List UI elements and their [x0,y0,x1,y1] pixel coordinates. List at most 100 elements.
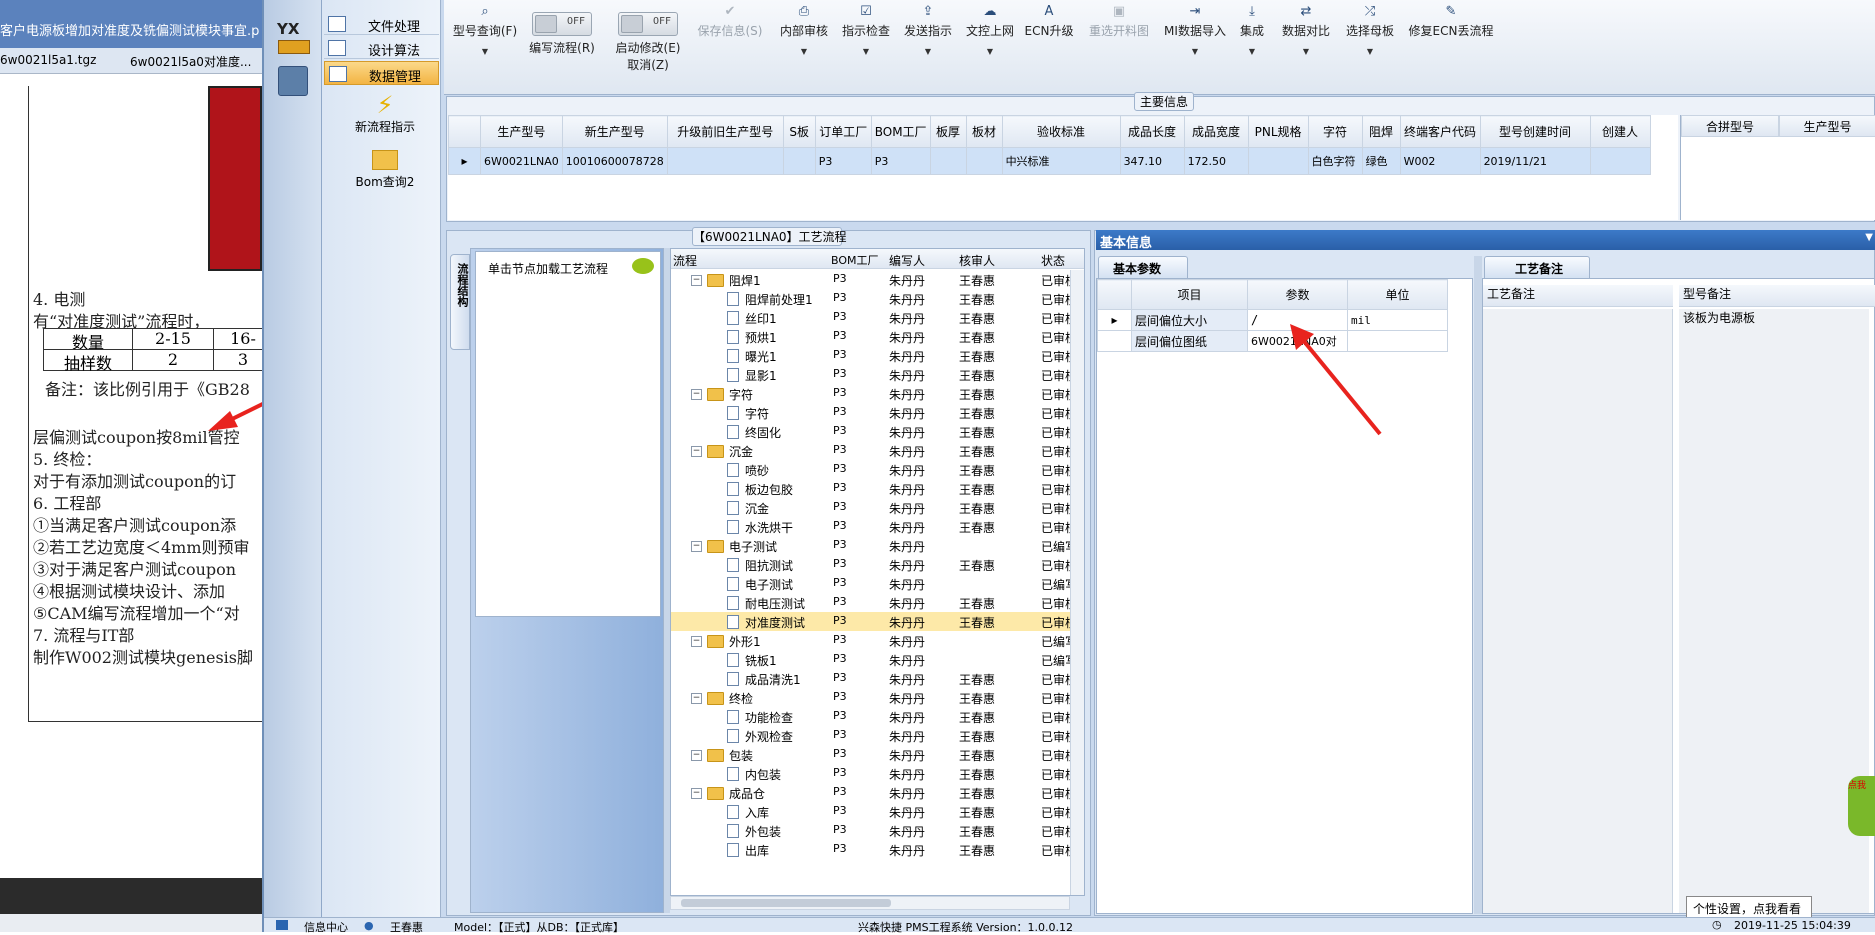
flow-node-list[interactable]: 单击节点加载工艺流程 [475,251,661,617]
scroll-thumb[interactable] [681,899,891,907]
tree-row[interactable]: 喷砂 P3 朱丹丹 王春惠 已审核 [671,460,1077,479]
cancel-label[interactable]: 取消(Z) [627,58,669,72]
nav-item-file[interactable]: 文件处理 [324,13,439,35]
col-header[interactable]: 终端客户代码 [1399,115,1481,148]
chevron-down-icon[interactable]: ▼ [964,47,1016,56]
col-header[interactable]: PNL规格 [1247,115,1309,148]
write-flow-toggle[interactable]: OFF 编写流程(R) [526,4,598,56]
instruction-check-button[interactable]: ☑ 指示检查 ▼ [840,4,892,56]
col-header[interactable]: 生产型号 [480,115,563,148]
grid-cell[interactable] [1247,147,1309,175]
fix-ecn-flow-button[interactable]: ✎ 修复ECN丢流程 [1408,4,1494,39]
tree-row[interactable]: 电子测试 P3 朱丹丹 已编写 [671,574,1077,593]
tree-row[interactable]: − 电子测试 P3 朱丹丹 已编写 [671,536,1077,555]
splitter-handle[interactable] [1474,256,1482,914]
grid-cell[interactable] [929,147,967,175]
save-info-button[interactable]: ✔ 保存信息(S) [694,4,766,39]
mi-data-import-button[interactable]: ⇥ MI数据导入 ▼ [1162,4,1228,56]
chevron-down-icon[interactable]: ▼ [452,47,518,56]
chevron-down-icon[interactable]: ▼ [840,47,892,56]
tree-row[interactable]: 铣板1 P3 朱丹丹 已编写 [671,650,1077,669]
col-header[interactable]: S板 [782,115,816,148]
process-remark-textarea[interactable] [1483,309,1673,913]
grid-cell[interactable]: 绿色 [1361,147,1401,175]
tree-row[interactable]: − 成品仓 P3 朱丹丹 王春惠 已审核 [671,783,1077,802]
col-header[interactable]: 阻焊 [1361,115,1401,148]
col-header[interactable]: 字符 [1307,115,1363,148]
tree-row[interactable]: − 沉金 P3 朱丹丹 王春惠 已审核 [671,441,1077,460]
tree-row[interactable]: − 终检 P3 朱丹丹 王春惠 已审核 [671,688,1077,707]
col-header[interactable]: 订单工厂 [814,115,872,148]
ecn-upgrade-button[interactable]: A ECN升级 [1024,4,1074,39]
select-motherboard-button[interactable]: ⤮ 选择母板 ▼ [1342,4,1398,56]
col-header[interactable]: 板材 [965,115,1003,148]
grid-cell[interactable]: 2019/11/21 [1479,147,1591,175]
toggle-switch[interactable]: OFF [618,12,678,36]
chevron-down-icon[interactable]: ▼ [1234,47,1270,56]
col-header[interactable]: 成品长度 [1119,115,1185,148]
send-instruction-button[interactable]: ⇪ 发送指示 ▼ [902,4,954,56]
tree-row[interactable]: − 外形1 P3 朱丹丹 已编写 [671,631,1077,650]
tree-row[interactable]: 丝印1 P3 朱丹丹 王春惠 已审核 [671,308,1077,327]
tree-row[interactable]: 预烘1 P3 朱丹丹 王春惠 已审核 [671,327,1077,346]
col-header[interactable]: 型号创建时间 [1479,115,1591,148]
tree-row[interactable]: 外包装 P3 朱丹丹 王春惠 已审核 [671,821,1077,840]
chevron-down-icon[interactable]: ▼ [778,47,830,56]
collapse-icon[interactable]: ▼ [1865,232,1873,243]
tree-row[interactable]: 字符 P3 朱丹丹 王春惠 已审核 [671,403,1077,422]
nav-item-design[interactable]: 设计算法 [324,37,439,59]
calculator-icon[interactable] [278,66,308,96]
tree-row[interactable]: − 包装 P3 朱丹丹 王春惠 已审核 [671,745,1077,764]
tree-row[interactable]: 板边包胶 P3 朱丹丹 王春惠 已审核 [671,479,1077,498]
collapse-toggle-icon[interactable]: − [691,788,702,799]
grid-cell[interactable]: W002 [1399,147,1481,175]
model-query-button[interactable]: ⌕ 型号查询(F) ▼ [452,4,518,56]
reselect-cutting-map-button[interactable]: ▣ 重选开料图 [1086,4,1152,39]
col-header[interactable]: 验收标准 [1001,115,1121,148]
background-doc-tab[interactable]: 6w0021l5a1.tgz [0,53,112,67]
collapse-toggle-icon[interactable]: − [691,636,702,647]
tree-row[interactable]: 外观检查 P3 朱丹丹 王春惠 已审核 [671,726,1077,745]
collapse-toggle-icon[interactable]: − [691,389,702,400]
row-selector[interactable] [1097,330,1132,352]
grid-cell[interactable]: 347.10 [1119,147,1185,175]
vertical-scrollbar[interactable] [1070,270,1084,895]
collapse-toggle-icon[interactable]: − [691,541,702,552]
tree-row[interactable]: 出库 P3 朱丹丹 王春惠 已审核 [671,840,1077,859]
grid-cell[interactable]: 10010600078728 [561,147,668,175]
collapse-toggle-icon[interactable]: − [691,275,702,286]
data-compare-button[interactable]: ⇄ 数据对比 ▼ [1278,4,1334,56]
collapse-toggle-icon[interactable]: − [691,750,702,761]
app-logo[interactable]: YX [274,16,314,56]
nav-item-data[interactable]: 数据管理 [324,61,439,85]
integrate-button[interactable]: ⤓ 集成 ▼ [1234,4,1270,56]
flow-structure-tab[interactable]: 流程结构 [450,254,470,350]
doc-control-publish-button[interactable]: ☁ 文控上网 ▼ [964,4,1016,56]
background-doc-tab[interactable]: 6w0021l5a0对准度... [130,53,262,70]
tab-basic-params[interactable]: 基本参数 [1098,256,1188,278]
collapse-toggle-icon[interactable]: − [691,693,702,704]
tree-row[interactable]: 成品清洗1 P3 朱丹丹 王春惠 已审核 [671,669,1077,688]
tree-row[interactable]: 阻抗测试 P3 朱丹丹 王春惠 已审核 [671,555,1077,574]
tree-row[interactable]: 沉金 P3 朱丹丹 王春惠 已审核 [671,498,1077,517]
tree-row[interactable]: 曝光1 P3 朱丹丹 王春惠 已审核 [671,346,1077,365]
tree-row[interactable]: 水洗烘干 P3 朱丹丹 王春惠 已审核 [671,517,1077,536]
col-header[interactable]: BOM工厂 [870,115,931,148]
tree-row[interactable]: 入库 P3 朱丹丹 王春惠 已审核 [671,802,1077,821]
grid-cell[interactable] [782,147,816,175]
info-center-label[interactable]: 信息中心 [304,919,348,935]
grid-cell[interactable] [666,147,784,175]
chevron-down-icon[interactable]: ▼ [1278,47,1334,56]
tree-row[interactable]: 功能检查 P3 朱丹丹 王春惠 已审核 [671,707,1077,726]
grid-cell[interactable]: P3 [814,147,872,175]
tree-row[interactable]: − 阻焊1 P3 朱丹丹 王春惠 已审核 [671,270,1077,289]
start-edit-toggle[interactable]: OFF 启动修改(E) 取消(Z) [610,4,686,73]
horizontal-scrollbar[interactable] [670,896,1070,910]
new-flow-button[interactable]: ⚡ 新流程指示 [340,92,430,140]
assistant-mascot-icon[interactable]: 点我 [1848,776,1875,836]
grid-cell[interactable]: 中兴标准 [1001,147,1121,175]
tree-row[interactable]: 终固化 P3 朱丹丹 王春惠 已审核 [671,422,1077,441]
col-header[interactable]: 创建人 [1589,115,1651,148]
chevron-down-icon[interactable]: ▼ [1162,47,1228,56]
grid-cell[interactable]: 172.50 [1183,147,1249,175]
